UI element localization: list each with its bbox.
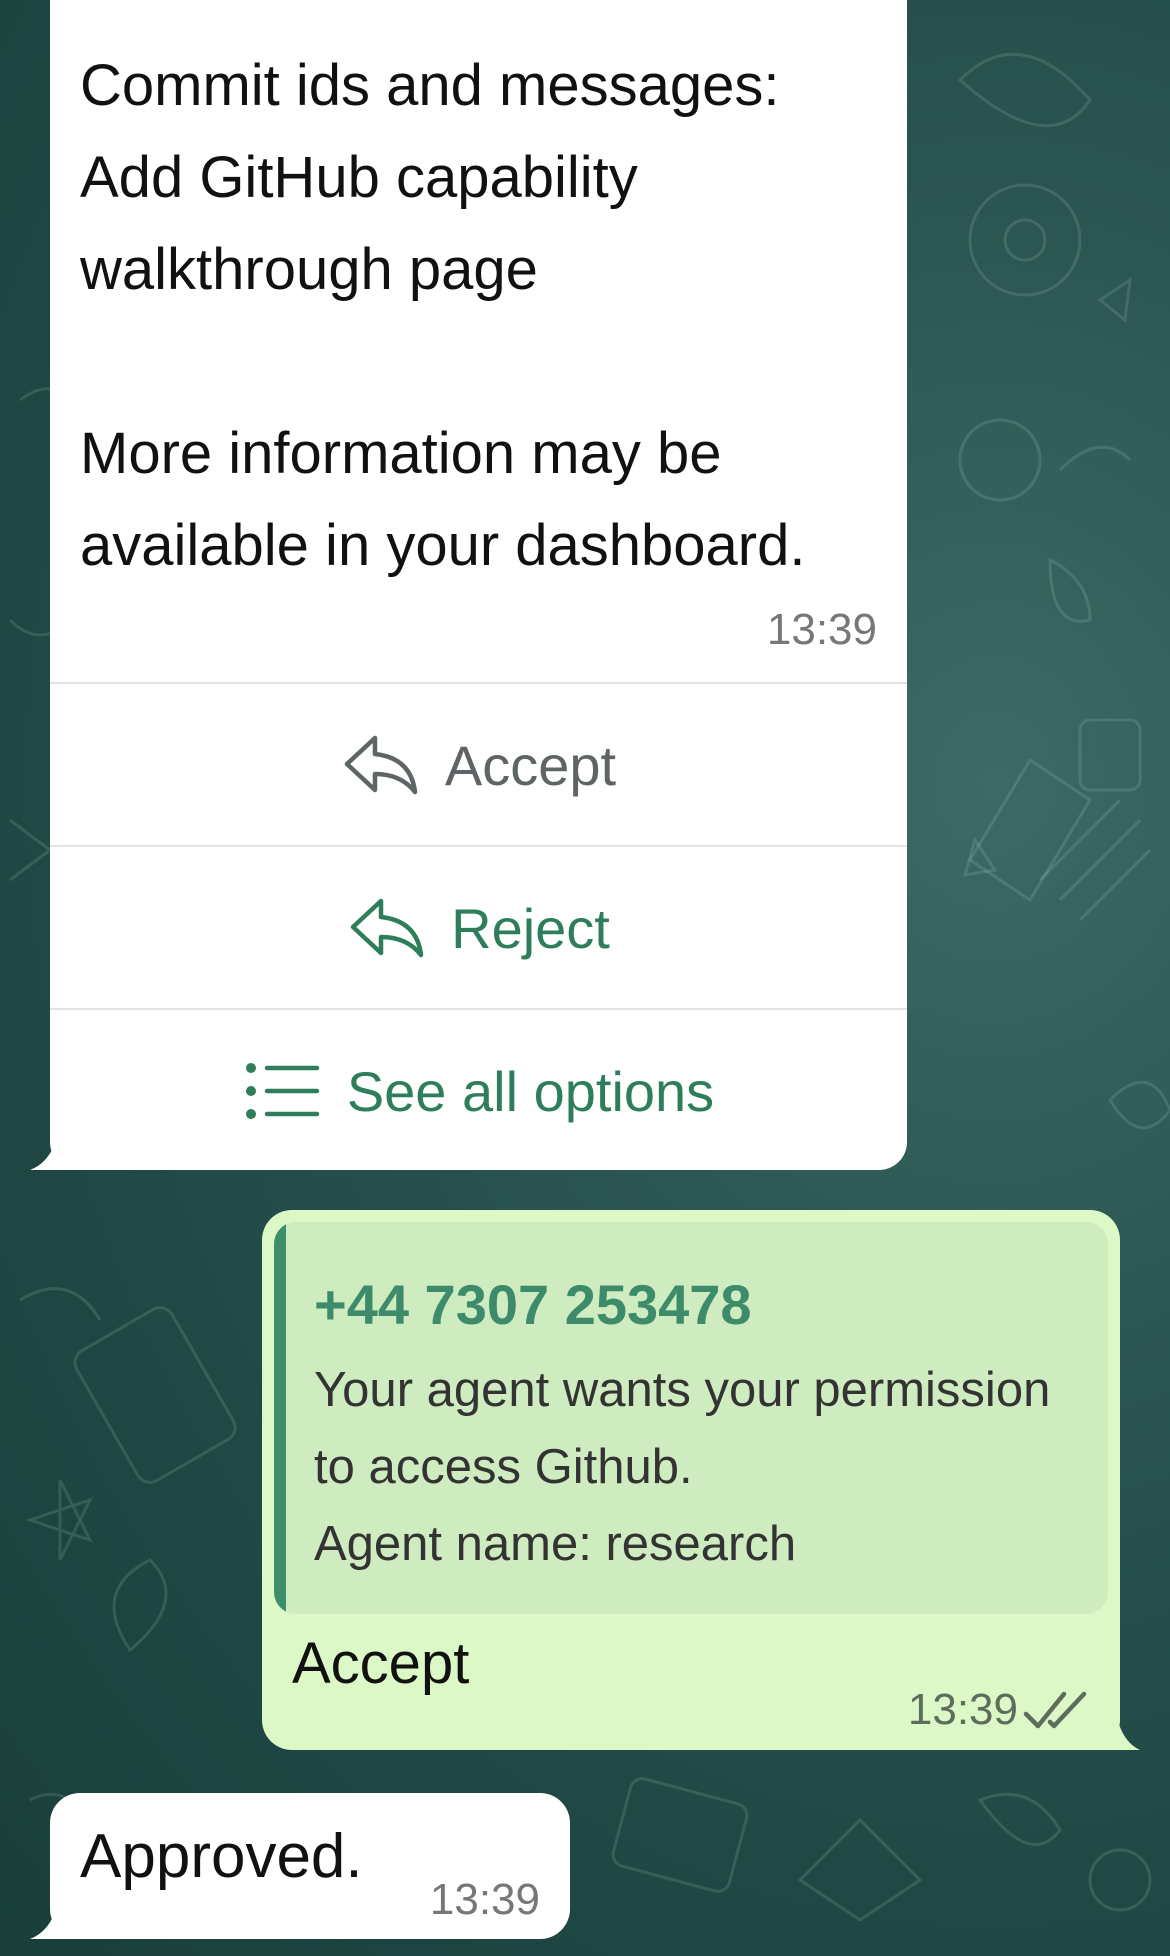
see-all-options-button[interactable]: See all options — [50, 1008, 907, 1172]
accept-button-label: Accept — [444, 733, 617, 797]
list-icon — [245, 1063, 320, 1119]
bubble-tail — [30, 1120, 90, 1170]
message-text: Approved. — [80, 1822, 363, 1891]
reply-arrow-icon — [350, 898, 424, 958]
message-timestamp: 13:39 — [907, 1685, 1018, 1734]
bubble-tail — [1090, 1700, 1140, 1750]
double-check-icon — [1023, 1691, 1087, 1729]
quoted-sender: +44 7307 253478 — [314, 1273, 752, 1336]
message-timestamp: 13:39 — [766, 605, 877, 654]
bubble-tail — [30, 1889, 90, 1939]
message-text: Accept — [292, 1631, 470, 1696]
quoted-text: Your agent wants your permission to acce… — [314, 1363, 1051, 1571]
quoted-message[interactable]: +44 7307 253478 Your agent wants your pe… — [274, 1222, 1108, 1614]
reject-button-label: Reject — [451, 896, 610, 960]
quote-accent-bar — [274, 1222, 286, 1614]
see-all-options-label: See all options — [346, 1059, 715, 1123]
approved-message-bubble: Approved. 13:39 — [50, 1793, 570, 1939]
interactive-message-bubble: Commit ids and messages: Add GitHub capa… — [50, 0, 907, 1170]
message-timestamp: 13:39 — [429, 1875, 540, 1924]
reply-arrow-icon — [344, 735, 418, 795]
sent-message-bubble: +44 7307 253478 Your agent wants your pe… — [262, 1210, 1120, 1750]
reject-button[interactable]: Reject — [50, 845, 907, 1009]
message-text: Commit ids and messages: Add GitHub capa… — [80, 53, 806, 578]
accept-button[interactable]: Accept — [50, 682, 907, 846]
